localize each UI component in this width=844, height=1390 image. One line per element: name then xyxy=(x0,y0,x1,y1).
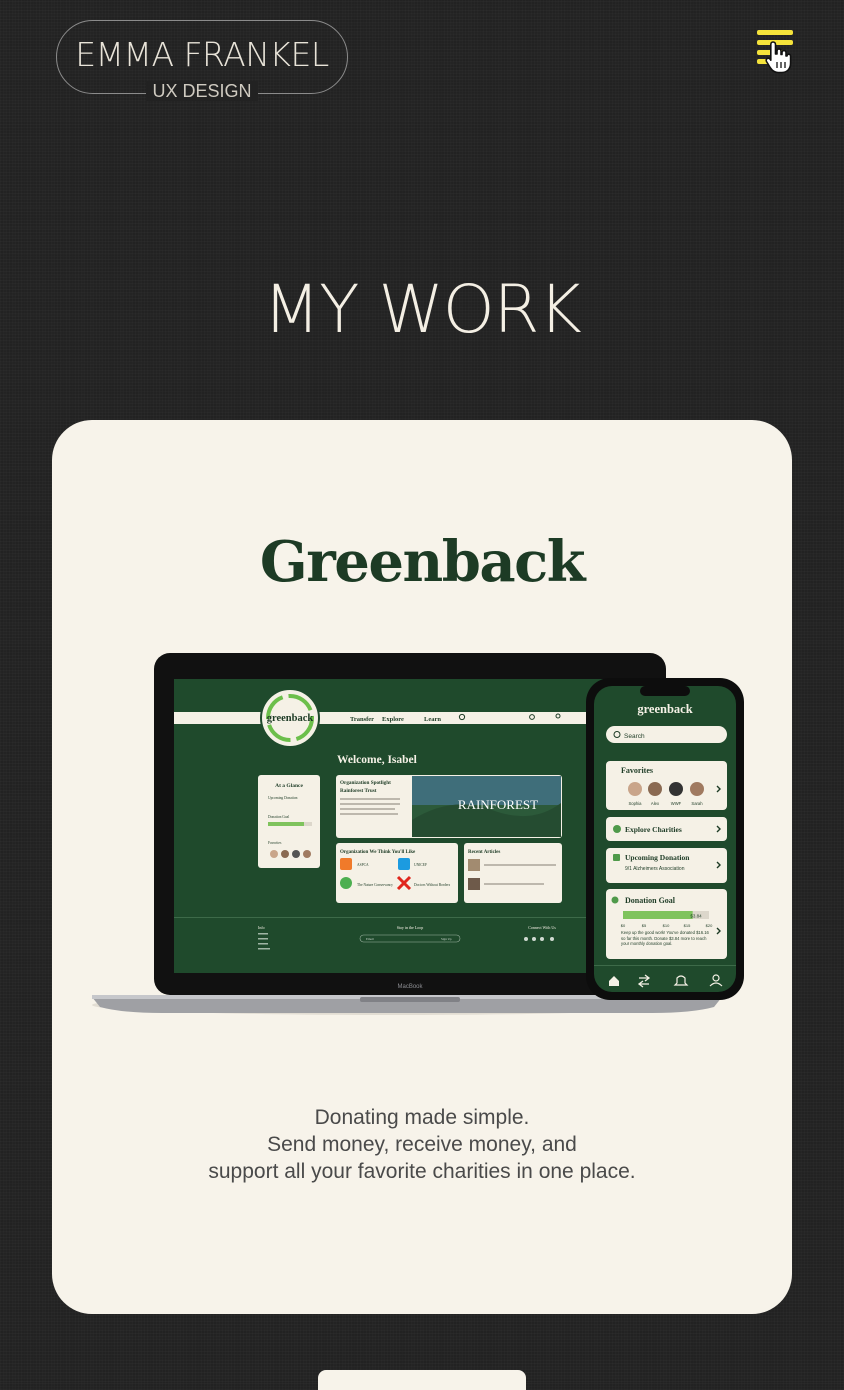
svg-text:WWF: WWF xyxy=(671,801,682,806)
svg-text:The Nature Conservancy: The Nature Conservancy xyxy=(357,883,393,887)
svg-text:Favorites: Favorites xyxy=(268,841,282,845)
svg-text:$3.84: $3.84 xyxy=(690,914,702,919)
svg-text:At a Glance: At a Glance xyxy=(275,783,303,789)
laptop-label: MacBook xyxy=(397,984,423,990)
goal-progress-bar xyxy=(623,911,693,919)
svg-text:Doctors Without Borders: Doctors Without Borders xyxy=(414,883,451,887)
menu-bar xyxy=(757,30,793,35)
site-logo[interactable]: EMMA FRANKEL UX DESIGN xyxy=(56,20,348,101)
project-card[interactable]: Greenback greenback Transfer Explore Lea… xyxy=(52,420,792,1314)
next-project-card-edge[interactable] xyxy=(318,1370,526,1390)
description-line: Donating made simple. xyxy=(314,1106,530,1129)
project-title: Greenback xyxy=(259,529,586,595)
logo-name: EMMA FRANKEL xyxy=(75,35,329,74)
svg-text:Donation Goal: Donation Goal xyxy=(625,896,676,905)
svg-text:Donation Goal: Donation Goal xyxy=(268,815,289,819)
svg-text:Connect With Us: Connect With Us xyxy=(528,925,556,930)
svg-text:Upcoming Donation: Upcoming Donation xyxy=(268,796,298,800)
section-title: MY WORK xyxy=(263,271,582,348)
laptop-welcome: Welcome, Isabel xyxy=(337,754,417,766)
laptop-nav-learn: Learn xyxy=(424,716,441,723)
svg-text:$5: $5 xyxy=(642,923,647,928)
svg-text:Stay in the Loop: Stay in the Loop xyxy=(397,925,424,930)
svg-text:$10: $10 xyxy=(663,923,670,928)
svg-text:Email: Email xyxy=(366,937,374,941)
project-description: Donating made simple. Send money, receiv… xyxy=(52,1104,792,1185)
svg-text:Alex: Alex xyxy=(651,801,660,806)
svg-text:$20: $20 xyxy=(706,923,713,928)
laptop-nav-transfer: Transfer xyxy=(350,716,374,723)
svg-text:Recent Articles: Recent Articles xyxy=(468,850,500,855)
svg-text:Sarah: Sarah xyxy=(691,801,703,806)
laptop-nav-explore: Explore xyxy=(382,716,404,723)
svg-text:Explore Charities: Explore Charities xyxy=(625,825,682,834)
svg-text:$0: $0 xyxy=(621,923,626,928)
svg-text:Sign Up: Sign Up xyxy=(441,937,452,941)
svg-text:Organization We Think You'll L: Organization We Think You'll Like xyxy=(340,850,416,855)
description-line: Send money, receive money, and xyxy=(267,1133,577,1156)
svg-text:Sophia: Sophia xyxy=(628,801,642,806)
svg-text:Search: Search xyxy=(624,733,645,740)
goal-note: Keep up the good work! You've donated $1… xyxy=(621,930,709,947)
laptop-brand: greenback xyxy=(267,713,314,724)
svg-text:Rainforest Trust: Rainforest Trust xyxy=(340,788,377,794)
svg-text:Organization Spotlight: Organization Spotlight xyxy=(340,780,391,786)
phone-brand: greenback xyxy=(637,702,692,716)
svg-text:UNICEF: UNICEF xyxy=(414,863,427,867)
svg-text:Upcoming Donation: Upcoming Donation xyxy=(625,853,690,862)
svg-text:9/1 Alzheimers Association: 9/1 Alzheimers Association xyxy=(625,866,685,872)
device-mockup: greenback Transfer Explore Learn Welcome… xyxy=(92,653,744,1015)
svg-text:Info: Info xyxy=(258,925,265,930)
svg-text:Favorites: Favorites xyxy=(621,766,653,775)
spotlight-image-text: RAINFOREST xyxy=(458,797,538,812)
hand-pointer-icon xyxy=(765,41,792,74)
logo-subtitle: UX DESIGN xyxy=(57,81,347,101)
svg-text:$15: $15 xyxy=(684,923,691,928)
svg-text:ASPCA: ASPCA xyxy=(357,863,369,867)
description-line: support all your favorite charities in o… xyxy=(208,1160,636,1183)
